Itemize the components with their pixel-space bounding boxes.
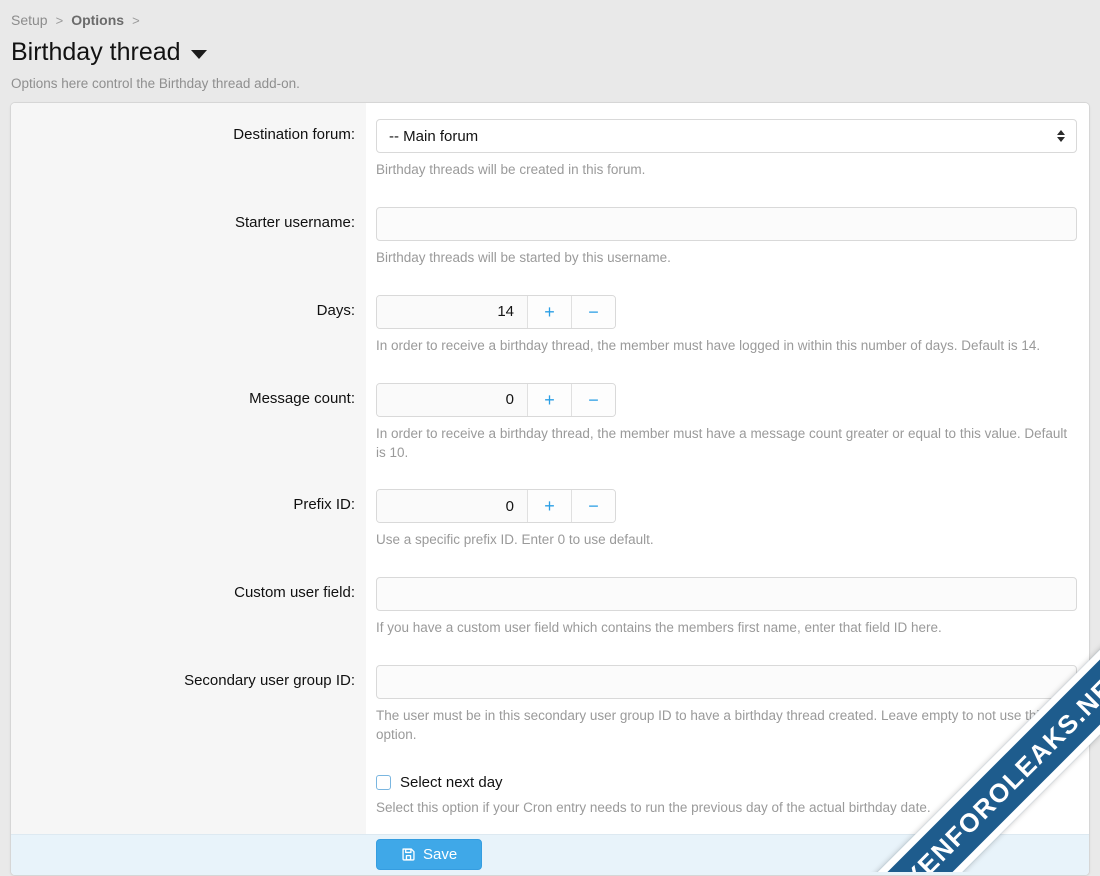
increment-button[interactable]: + <box>527 296 571 328</box>
field-label: Destination forum: <box>11 103 366 191</box>
field-label: Days: <box>11 279 366 367</box>
increment-button[interactable]: + <box>527 490 571 522</box>
options-panel: Destination forum: -- Main forum Birthda… <box>10 102 1090 876</box>
message-count-spinner: + − <box>376 383 616 417</box>
form-row-days: Days: + − In order to receive a birthday… <box>11 279 1089 367</box>
field-label: Message count: <box>11 367 366 474</box>
form-row-message-count: Message count: + − In order to receive a… <box>11 367 1089 474</box>
select-value: -- Main forum <box>389 128 478 145</box>
panel-footer: Save <box>11 834 1089 875</box>
field-hint: In order to receive a birthday thread, t… <box>376 337 1077 356</box>
days-spinner: + − <box>376 295 616 329</box>
page-title-text: Birthday thread <box>11 38 181 67</box>
message-count-input[interactable] <box>377 384 527 416</box>
field-hint: Select this option if your Cron entry ne… <box>376 799 1077 818</box>
chevron-right-icon: > <box>56 13 64 28</box>
decrement-button[interactable]: − <box>571 384 615 416</box>
form-row-prefix-id: Prefix ID: + − Use a specific prefix ID.… <box>11 473 1089 561</box>
field-hint: The user must be in this secondary user … <box>376 707 1077 745</box>
chevron-right-icon: > <box>132 13 140 28</box>
save-button[interactable]: Save <box>376 839 482 870</box>
breadcrumb-item-setup[interactable]: Setup <box>11 12 48 28</box>
field-label: Prefix ID: <box>11 473 366 561</box>
field-hint: Birthday threads will be created in this… <box>376 161 1077 180</box>
save-button-label: Save <box>423 846 457 863</box>
form-row-secondary-user-group: Secondary user group ID: The user must b… <box>11 649 1089 756</box>
select-next-day-checkbox[interactable] <box>376 775 391 790</box>
field-label: Starter username: <box>11 191 366 279</box>
field-label: Custom user field: <box>11 561 366 649</box>
destination-forum-select[interactable]: -- Main forum <box>376 119 1077 153</box>
increment-button[interactable]: + <box>527 384 571 416</box>
field-label: Secondary user group ID: <box>11 649 366 756</box>
select-updown-icon <box>1057 130 1065 142</box>
field-hint: Birthday threads will be started by this… <box>376 249 1077 268</box>
form-row-starter-username: Starter username: Birthday threads will … <box>11 191 1089 279</box>
decrement-button[interactable]: − <box>571 296 615 328</box>
decrement-button[interactable]: − <box>571 490 615 522</box>
starter-username-input[interactable] <box>376 207 1077 241</box>
breadcrumb: Setup > Options > <box>11 12 1090 28</box>
custom-user-field-input[interactable] <box>376 577 1077 611</box>
secondary-user-group-input[interactable] <box>376 665 1077 699</box>
page-header: Setup > Options > Birthday thread Option… <box>0 0 1100 101</box>
page-title: Birthday thread <box>11 38 1090 67</box>
days-input[interactable] <box>377 296 527 328</box>
checkbox-label[interactable]: Select next day <box>400 774 503 791</box>
field-hint: Use a specific prefix ID. Enter 0 to use… <box>376 531 1077 550</box>
field-hint: If you have a custom user field which co… <box>376 619 1077 638</box>
title-dropdown-icon[interactable] <box>191 50 207 59</box>
page-description: Options here control the Birthday thread… <box>11 76 1090 101</box>
save-icon <box>401 847 416 862</box>
form-row-destination-forum: Destination forum: -- Main forum Birthda… <box>11 103 1089 191</box>
prefix-id-input[interactable] <box>377 490 527 522</box>
form-row-custom-user-field: Custom user field: If you have a custom … <box>11 561 1089 649</box>
breadcrumb-item-options[interactable]: Options <box>71 12 124 28</box>
field-hint: In order to receive a birthday thread, t… <box>376 425 1077 463</box>
form-row-select-next-day: Select next day Select this option if yo… <box>11 756 1089 834</box>
prefix-id-spinner: + − <box>376 489 616 523</box>
